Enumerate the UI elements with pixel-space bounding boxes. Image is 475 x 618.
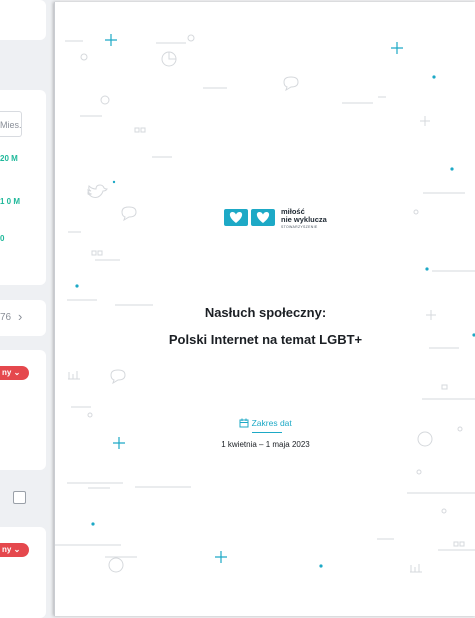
stat-value: 0: [0, 234, 5, 243]
month-toggle-button[interactable]: Mies.: [0, 111, 22, 137]
sentiment-dropdown[interactable]: ny ⌄: [0, 543, 29, 557]
report-title-line1: Nasłuch społeczny:: [204, 305, 327, 320]
pager-card: 76 ›: [0, 300, 46, 336]
report-cover-page: miłość nie wyklucza STOWARZYSZENIE Nasłu…: [54, 2, 475, 616]
sentiment-dropdown[interactable]: ny ⌄: [0, 366, 29, 380]
heart-icon: [224, 209, 248, 226]
logo-line2: nie wyklucza: [281, 215, 327, 224]
background-dashboard: Mies. 20 M 1 0 M 0 76 › ny ⌄ ny ⌄: [0, 0, 60, 618]
select-checkbox[interactable]: [13, 491, 26, 504]
pager-next-icon[interactable]: ›: [18, 309, 22, 324]
date-range-label: Zakres dat: [55, 417, 475, 428]
heart-icon: [251, 209, 275, 226]
date-label-text: Zakres dat: [251, 417, 292, 428]
mentions-card: ny ⌄: [0, 350, 46, 470]
date-label-underline: [252, 432, 282, 433]
mentions-card-2: ny ⌄: [0, 527, 46, 618]
pager-value: 76: [0, 312, 12, 323]
date-range-value: 1 kwietnia – 1 maja 2023: [221, 440, 310, 449]
logo: miłość nie wyklucza STOWARZYSZENIE: [224, 206, 334, 236]
stat-value: 20 M: [0, 154, 18, 163]
stats-card: Mies. 20 M 1 0 M 0: [0, 90, 46, 285]
top-card: [0, 0, 46, 40]
logo-line3: STOWARZYSZENIE: [281, 225, 318, 229]
stat-value: 1 0 M: [0, 197, 21, 206]
calendar-icon: [239, 417, 251, 428]
report-title-line2: Polski Internet na temat LGBT+: [168, 332, 363, 347]
